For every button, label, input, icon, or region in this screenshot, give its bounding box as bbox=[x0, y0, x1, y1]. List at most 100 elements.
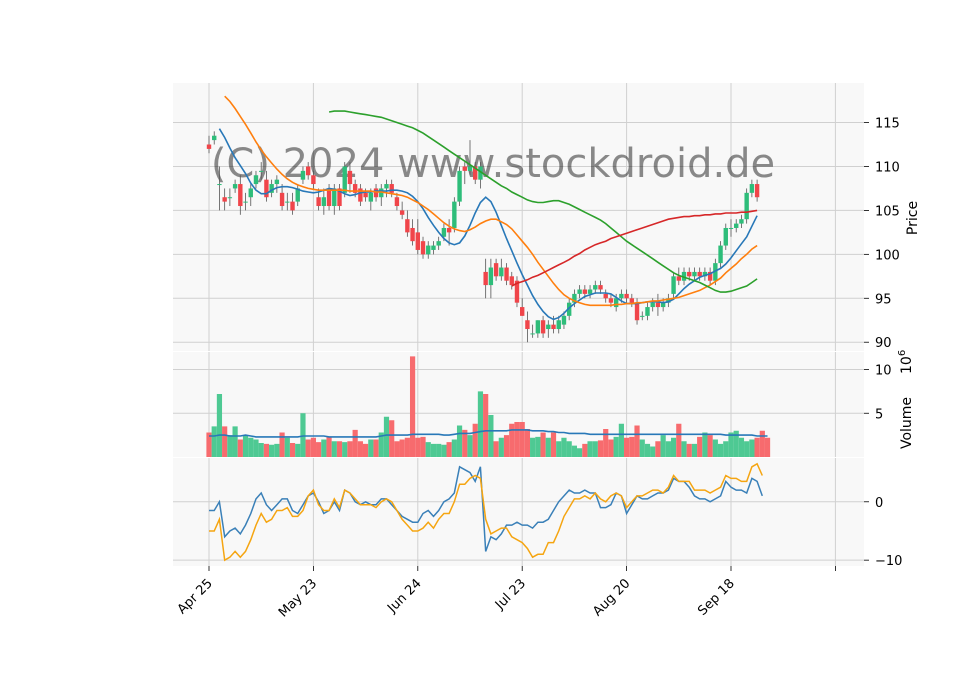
candle-body bbox=[452, 201, 457, 228]
volume-bar bbox=[216, 394, 223, 457]
candle-body bbox=[734, 223, 739, 228]
volume-bar bbox=[650, 446, 656, 457]
candle-body bbox=[384, 184, 389, 189]
price-y-tick-label: 100 bbox=[875, 248, 900, 263]
price-y-tick-label: 90 bbox=[875, 336, 892, 351]
candle-body bbox=[332, 188, 337, 207]
volume-bar bbox=[577, 448, 583, 457]
volume-bar bbox=[467, 435, 473, 457]
volume-bar bbox=[519, 422, 525, 457]
candle-body bbox=[546, 324, 551, 330]
volume-bar bbox=[368, 439, 374, 457]
volume-axis-label: Volume bbox=[899, 397, 915, 449]
candle-body bbox=[300, 170, 306, 180]
volume-bar bbox=[759, 430, 765, 457]
candle-body bbox=[368, 192, 374, 202]
volume-bar bbox=[754, 437, 760, 457]
volume-bar bbox=[582, 443, 588, 457]
candle-body bbox=[248, 188, 253, 198]
volume-bar bbox=[331, 441, 337, 457]
volume-bar bbox=[624, 437, 630, 457]
x-tick-label: Aug 20 bbox=[590, 576, 633, 619]
volume-bar bbox=[300, 413, 306, 457]
candle-body bbox=[593, 285, 598, 290]
candle-body bbox=[619, 293, 624, 299]
volume-bar bbox=[347, 441, 353, 457]
volume-bar bbox=[363, 443, 369, 457]
volume-bar bbox=[749, 439, 755, 457]
price-y-tick-label: 95 bbox=[875, 292, 892, 307]
volume-bar bbox=[744, 441, 750, 457]
volume-bar bbox=[540, 432, 546, 457]
volume-bar bbox=[415, 437, 421, 457]
candle-body bbox=[279, 192, 285, 207]
volume-bar bbox=[352, 429, 358, 457]
candle-body bbox=[285, 201, 290, 203]
candle-body bbox=[316, 197, 321, 207]
x-tick-label: Jun 24 bbox=[384, 576, 424, 616]
candle-body bbox=[723, 227, 728, 246]
candle-body bbox=[718, 245, 723, 264]
volume-bar bbox=[425, 442, 431, 457]
candle-body bbox=[321, 197, 327, 207]
volume-bar bbox=[764, 437, 771, 457]
volume-bar bbox=[566, 441, 572, 457]
candle-body bbox=[640, 315, 645, 317]
volume-bar bbox=[295, 443, 301, 457]
volume-bar bbox=[697, 436, 703, 457]
volume-bar bbox=[477, 391, 484, 457]
candle-body bbox=[389, 184, 394, 193]
candle-body bbox=[410, 227, 415, 242]
candle-body bbox=[342, 166, 347, 193]
candle-body bbox=[420, 241, 426, 255]
volume-bar bbox=[702, 432, 708, 457]
candle-body bbox=[467, 166, 473, 171]
candle-body bbox=[462, 166, 467, 171]
candle-body bbox=[499, 267, 504, 277]
candle-body bbox=[676, 276, 681, 281]
volume-bar bbox=[639, 439, 645, 457]
volume-bar bbox=[451, 439, 457, 457]
candle-body bbox=[227, 197, 233, 199]
volume-bar bbox=[383, 416, 390, 457]
candle-body bbox=[754, 184, 760, 198]
volume-bar bbox=[561, 437, 567, 457]
candle-body bbox=[650, 302, 655, 308]
candle-body bbox=[274, 179, 280, 185]
volume-bar bbox=[253, 439, 259, 457]
volume-bar bbox=[493, 441, 499, 457]
volume-bar bbox=[289, 443, 296, 457]
candle-body bbox=[582, 289, 588, 294]
volume-bar bbox=[284, 437, 290, 457]
stock-chart-figure: (C) 2024 www.stockdroid.de Apr 25 May 23 J… bbox=[173, 83, 921, 620]
volume-bar bbox=[503, 435, 510, 457]
volume-bar bbox=[316, 442, 322, 457]
candle-body bbox=[728, 227, 734, 229]
candle-body bbox=[415, 232, 420, 250]
volume-bar bbox=[665, 441, 671, 457]
candle-body bbox=[399, 210, 405, 215]
volume-bar bbox=[305, 439, 311, 457]
candle-body bbox=[238, 184, 243, 207]
candle-body bbox=[405, 219, 410, 233]
candle-body bbox=[217, 184, 222, 186]
volume-bar bbox=[738, 437, 745, 457]
candle-body bbox=[259, 170, 264, 172]
candle-body bbox=[739, 219, 744, 224]
candle-body bbox=[305, 166, 311, 176]
volume-bar bbox=[603, 429, 609, 457]
candle-body bbox=[394, 197, 400, 207]
volume-axis-multiplier: 106 bbox=[897, 350, 915, 374]
volume-bar bbox=[394, 441, 400, 457]
volume-bar bbox=[227, 435, 233, 457]
volume-bar bbox=[389, 420, 395, 457]
volume-bar bbox=[441, 444, 447, 457]
volume-bar bbox=[483, 394, 489, 457]
volume-bar bbox=[446, 442, 452, 457]
volume-bar bbox=[258, 443, 264, 457]
candle-body bbox=[373, 188, 379, 198]
price-y-tick-label: 105 bbox=[875, 204, 900, 219]
volume-bar bbox=[613, 436, 619, 457]
volume-bar bbox=[509, 423, 515, 457]
candle-body bbox=[509, 276, 514, 286]
